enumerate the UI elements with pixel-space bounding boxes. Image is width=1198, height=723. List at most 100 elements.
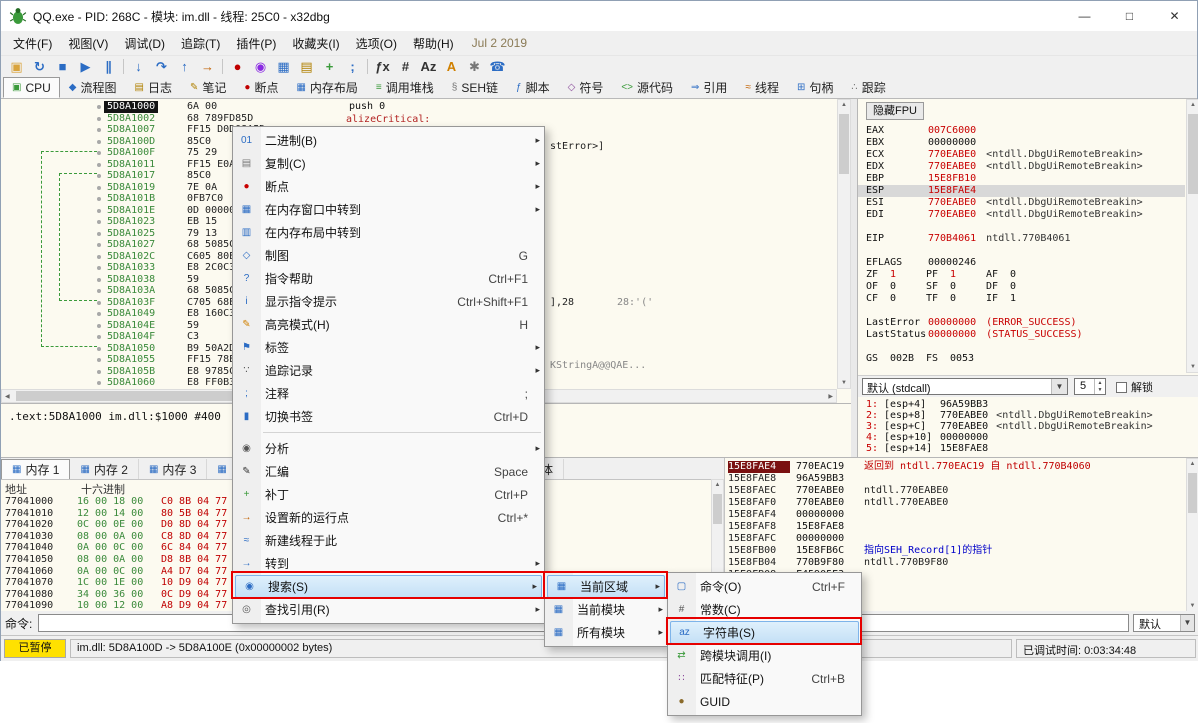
stack-row[interactable]: 15E8FAEC770EABE0ntdll.770EABE0 bbox=[725, 485, 1186, 497]
context-menu-item-follow-in-memory-map[interactable]: ▥在内存布局中转到 bbox=[233, 221, 544, 244]
spin-down-icon[interactable]: ▼ bbox=[1094, 386, 1105, 394]
menubar-item[interactable]: 插件(P) bbox=[228, 32, 284, 55]
register-row[interactable]: EIP770B4061ntdll.770B4061 bbox=[858, 233, 1185, 245]
context-menu-item-new-thread-here[interactable]: ≈新建线程于此 bbox=[233, 529, 544, 552]
search-submenu-item-intermodular-calls[interactable]: ⇄跨模块调用(I) bbox=[668, 644, 861, 667]
search-submenu-item-pattern[interactable]: ∷匹配特征(P)Ctrl+B bbox=[668, 667, 861, 690]
tab-references[interactable]: ⇒引用 bbox=[682, 77, 736, 98]
tab-log[interactable]: ▤日志 bbox=[126, 77, 181, 98]
argument-count-stepper[interactable]: 5 ▲ ▼ bbox=[1074, 378, 1106, 395]
callconv-arg-row[interactable]: 2:[esp+8]770EABE0<ntdll.DbgUiRemoteBreak… bbox=[858, 410, 1197, 421]
scope-submenu-item-all-modules[interactable]: ▦所有模块▸ bbox=[545, 621, 667, 644]
tab-breakpoints[interactable]: ●断点 bbox=[235, 77, 287, 98]
context-menu-item-label[interactable]: ⚑标签▸ bbox=[233, 336, 544, 359]
chevron-down-icon[interactable]: ▼ bbox=[1051, 379, 1067, 394]
stack-row[interactable]: 15E8FB04770B9F80ntdll.770B9F80 bbox=[725, 557, 1186, 569]
scope-submenu-item-current-module[interactable]: ▦当前模块▸ bbox=[545, 598, 667, 621]
tab-seh[interactable]: §SEH链 bbox=[443, 77, 507, 98]
menubar-item[interactable]: 文件(F) bbox=[5, 32, 60, 55]
context-menu-item-mnemonic-brief[interactable]: i显示指令提示Ctrl+Shift+F1 bbox=[233, 290, 544, 313]
bottom-tab-memory-1[interactable]: ▦内存 1 bbox=[1, 459, 70, 479]
execute-till-return-icon[interactable]: ↑ bbox=[173, 57, 196, 77]
pause-icon[interactable]: ∥ bbox=[97, 57, 120, 77]
context-menu-item-comment[interactable]: ;注释; bbox=[233, 382, 544, 405]
menubar-item[interactable]: 选项(O) bbox=[348, 32, 405, 55]
breakpoints-icon[interactable]: ● bbox=[226, 57, 249, 77]
trace-record-icon[interactable]: ◉ bbox=[249, 57, 272, 77]
patches-icon[interactable]: + bbox=[318, 57, 341, 77]
context-menu-item-patch[interactable]: +补丁Ctrl+P bbox=[233, 483, 544, 506]
tab-source[interactable]: <>源代码 bbox=[612, 77, 682, 98]
context-menu-item-instruction-help[interactable]: ?指令帮助Ctrl+F1 bbox=[233, 267, 544, 290]
tab-cpu[interactable]: ▣CPU bbox=[3, 77, 60, 98]
stack-row[interactable]: 15E8FB0015E8FB6C指向SEH_Record[1]的指针 bbox=[725, 545, 1186, 557]
context-menu-item-copy[interactable]: ▤复制(C)▸ bbox=[233, 152, 544, 175]
callconv-arg-row[interactable]: 1:[esp+4]96A59BB3 bbox=[858, 399, 1197, 410]
callconv-arg-row[interactable]: 3:[esp+C]770EABE0<ntdll.DbgUiRemoteBreak… bbox=[858, 421, 1197, 432]
scroll-left-icon[interactable]: ◀ bbox=[5, 390, 10, 402]
register-row[interactable]: EBP15E8FB10 bbox=[858, 173, 1185, 185]
scroll-up-icon[interactable]: ▲ bbox=[712, 482, 723, 488]
help-phone-icon[interactable]: ☎ bbox=[486, 57, 509, 77]
context-menu-item-breakpoint[interactable]: ●断点▸ bbox=[233, 175, 544, 198]
bottom-tab-memory-3[interactable]: ▦内存 3 bbox=[139, 459, 207, 479]
tab-handles[interactable]: ⊞句柄 bbox=[788, 77, 842, 98]
unlock-checkbox[interactable]: 解锁 bbox=[1116, 379, 1153, 395]
run-icon[interactable]: ▶ bbox=[74, 57, 97, 77]
command-profile-select[interactable]: 默认 ▼ bbox=[1133, 614, 1195, 632]
context-menu-item-find-references[interactable]: ◎查找引用(R)▸ bbox=[233, 598, 544, 621]
register-row[interactable]: LastError00000000(ERROR_SUCCESS) bbox=[858, 317, 1185, 329]
register-row[interactable]: ESP15E8FAE4 bbox=[858, 185, 1185, 197]
memory-map-icon[interactable]: ▦ bbox=[272, 57, 295, 77]
disasm-row[interactable]: 5D8A10006A 00push 0 bbox=[1, 101, 837, 113]
register-row[interactable]: EDI770EABE0<ntdll.DbgUiRemoteBreakin> bbox=[858, 209, 1185, 221]
function-icon[interactable]: ƒx bbox=[371, 57, 394, 77]
registers-scrollbar[interactable]: ▲ ▼ bbox=[1186, 99, 1198, 373]
search-submenu-item-command[interactable]: ▢命令(O)Ctrl+F bbox=[668, 575, 861, 598]
preferences-icon[interactable]: ✱ bbox=[463, 57, 486, 77]
scroll-thumb[interactable] bbox=[839, 114, 849, 174]
scroll-up-icon[interactable]: ▲ bbox=[1187, 461, 1198, 467]
scroll-down-icon[interactable]: ▼ bbox=[838, 380, 850, 386]
scroll-up-icon[interactable]: ▲ bbox=[1187, 102, 1198, 108]
scroll-right-icon[interactable]: ▶ bbox=[828, 390, 833, 402]
stack-row[interactable]: 15E8FAF400000000 bbox=[725, 509, 1186, 521]
scroll-up-icon[interactable]: ▲ bbox=[838, 102, 850, 108]
context-menu-item-trace-record[interactable]: ∵追踪记录▸ bbox=[233, 359, 544, 382]
search-submenu-item-guid[interactable]: ●GUID bbox=[668, 690, 861, 713]
context-menu-item-binary[interactable]: 01二进制(B)▸ bbox=[233, 129, 544, 152]
register-row[interactable]: LastStatus00000000(STATUS_SUCCESS) bbox=[858, 329, 1185, 341]
disasm-vertical-scrollbar[interactable]: ▲ ▼ bbox=[837, 99, 851, 389]
stack-row[interactable]: 15E8FAF0770EABE0ntdll.770EABE0 bbox=[725, 497, 1186, 509]
hide-fpu-button[interactable]: 隐藏FPU bbox=[866, 102, 924, 120]
scroll-down-icon[interactable]: ▼ bbox=[1187, 364, 1198, 370]
context-menu-item-follow-in-dump[interactable]: ▦在内存窗口中转到▸ bbox=[233, 198, 544, 221]
register-row[interactable]: EBX00000000 bbox=[858, 137, 1185, 149]
constant-icon[interactable]: # bbox=[394, 57, 417, 77]
scroll-thumb[interactable] bbox=[1188, 114, 1198, 194]
bottom-tab-memory-2[interactable]: ▦内存 2 bbox=[70, 459, 138, 479]
log-icon[interactable]: ▤ bbox=[295, 57, 318, 77]
stack-row[interactable]: 15E8FAE896A59BB3 bbox=[725, 473, 1186, 485]
restart-icon[interactable]: ↻ bbox=[28, 57, 51, 77]
open-file-icon[interactable]: ▣ bbox=[5, 57, 28, 77]
highlight-icon[interactable]: A bbox=[440, 57, 463, 77]
calling-convention-select[interactable]: 默认 (stdcall) ▼ bbox=[862, 378, 1068, 395]
context-menu-item-highlighting-mode[interactable]: ✎高亮模式(H)H bbox=[233, 313, 544, 336]
menubar-item[interactable]: 帮助(H) bbox=[405, 32, 462, 55]
run-to-user-code-icon[interactable]: → bbox=[196, 57, 219, 77]
tab-trace[interactable]: ∴跟踪 bbox=[842, 77, 894, 98]
context-menu-item-toggle-bookmark[interactable]: ▮切换书签Ctrl+D bbox=[233, 405, 544, 428]
register-row[interactable]: OF0SF0DF0 bbox=[858, 281, 1185, 293]
tab-threads[interactable]: ≈线程 bbox=[736, 77, 788, 98]
checkbox-icon[interactable] bbox=[1116, 382, 1127, 393]
tab-script[interactable]: ƒ脚本 bbox=[507, 77, 559, 98]
register-row[interactable]: GS002BFS0053 bbox=[858, 353, 1185, 365]
menubar-item[interactable]: 视图(V) bbox=[60, 32, 116, 55]
register-row[interactable]: ECX770EABE0<ntdll.DbgUiRemoteBreakin> bbox=[858, 149, 1185, 161]
register-row[interactable]: EFLAGS00000246 bbox=[858, 257, 1185, 269]
comment-icon[interactable]: ; bbox=[341, 57, 364, 77]
stack-row[interactable]: 15E8FAF815E8FAE8 bbox=[725, 521, 1186, 533]
context-menu-item-set-new-origin[interactable]: →设置新的运行点Ctrl+* bbox=[233, 506, 544, 529]
tab-graph[interactable]: ◆流程图 bbox=[60, 77, 126, 98]
